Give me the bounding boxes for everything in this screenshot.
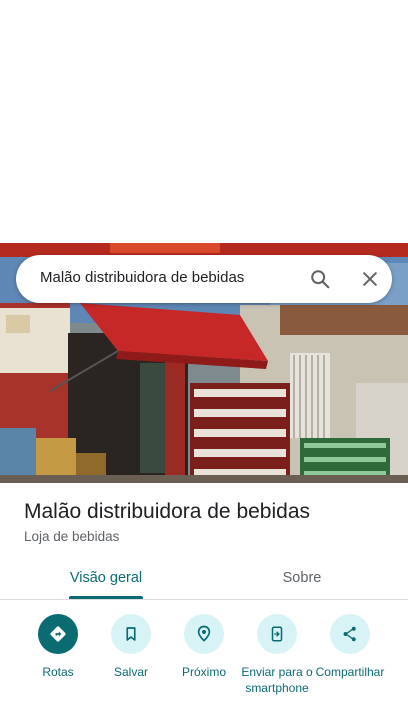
place-tabs: Visão geral Sobre (0, 556, 408, 600)
place-title: Malão distribuidora de bebidas (24, 500, 311, 523)
nearby-icon (197, 625, 211, 642)
send-to-phone-label: Enviar para o smartphone (241, 665, 313, 695)
share-label: Compartilhar (315, 665, 385, 679)
search-bar[interactable]: Malão distribuidora de bebidas (16, 255, 392, 303)
directions-circle (38, 614, 78, 654)
share-circle (330, 614, 370, 654)
tab-about[interactable]: Sobre (250, 556, 354, 600)
search-input[interactable]: Malão distribuidora de bebidas (40, 269, 244, 286)
send-to-phone-button[interactable]: Enviar para o smartphone (239, 614, 315, 696)
close-icon (363, 272, 377, 286)
tab-overview[interactable]: Visão geral (52, 556, 160, 600)
bookmark-icon (126, 627, 136, 641)
directions-icon (50, 626, 66, 642)
tab-selected-indicator (69, 596, 143, 599)
directions-label: Rotas (42, 665, 74, 679)
blank-header-area (0, 0, 408, 243)
close-button[interactable] (356, 265, 384, 293)
save-circle (111, 614, 151, 654)
nearby-circle (184, 614, 224, 654)
search-icon (311, 270, 330, 289)
save-label: Salvar (113, 665, 148, 679)
action-buttons-row: Rotas Salvar Próximo Enviar para o smart… (0, 600, 408, 726)
directions-button[interactable]: Rotas (20, 614, 96, 680)
share-icon (343, 626, 356, 642)
send-to-phone-circle (257, 614, 297, 654)
nearby-label: Próximo (181, 665, 226, 679)
send-to-phone-icon (271, 626, 283, 642)
place-category: Loja de bebidas (24, 529, 120, 544)
nearby-button[interactable]: Próximo (166, 614, 242, 680)
search-button[interactable] (306, 265, 334, 293)
share-button[interactable]: Compartilhar (312, 614, 388, 680)
save-button[interactable]: Salvar (93, 614, 169, 680)
